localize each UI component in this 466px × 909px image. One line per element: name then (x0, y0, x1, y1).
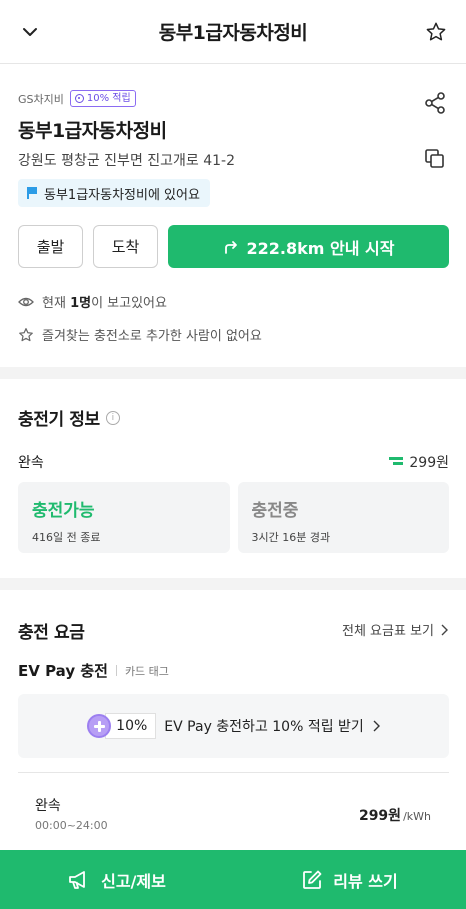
share-icon[interactable] (422, 90, 448, 116)
chevron-down-icon[interactable] (14, 16, 46, 48)
report-button[interactable]: 신고/제보 (0, 850, 233, 909)
evpay-row: EV Pay 충전 카드 태그 (18, 660, 169, 681)
charger-card-available[interactable]: 충전가능 416일 전 종료 (18, 482, 230, 553)
copy-icon[interactable] (422, 146, 448, 172)
viewers-suffix: 이 보고있어요 (91, 296, 167, 311)
section-divider (0, 367, 466, 379)
edit-icon (303, 870, 322, 889)
evpay-promo-banner[interactable]: 10% EV Pay 충전하고 10% 적립 받기 (18, 694, 449, 758)
gs-logo-icon (389, 456, 404, 468)
viewers-count: 1명 (70, 296, 92, 311)
charger-state: 충전중 (251, 501, 299, 521)
evpay-subtitle: 카드 태그 (124, 664, 169, 678)
station-address: 강원도 평창군 진부면 진고개로 41-2 (18, 153, 236, 169)
fees-title: 충전 요금 (18, 623, 85, 643)
navigate-button[interactable]: 222.8km 안내 시작 (168, 225, 449, 268)
location-tag: 동부1급자동차정비에 있어요 (18, 179, 210, 207)
charger-state: 충전가능 (32, 501, 95, 521)
charger-speed-row: 완속 299원 (18, 452, 449, 472)
viewers-prefix: 현재 (42, 296, 71, 311)
evpay-title: EV Pay 충전 (18, 662, 108, 680)
brand-row: GS차지비 10% 적립 (18, 90, 136, 107)
arrive-button[interactable]: 도착 (93, 225, 158, 268)
section-divider (0, 578, 466, 590)
rate-price-unit: /kWh (403, 810, 431, 823)
reward-badge-label: 10% 적립 (86, 93, 131, 104)
coin-icon (74, 94, 84, 103)
favorites-stat: 즐겨찾는 충전소로 추가한 사람이 없어요 (18, 325, 262, 344)
charger-info-title: 충전기 정보 i (18, 405, 120, 430)
chevron-right-icon (441, 624, 448, 635)
reward-badge: 10% 적립 (69, 90, 136, 107)
star-outline-icon (19, 327, 33, 341)
favorites-text: 즐겨찾는 충전소로 추가한 사람이 없어요 (42, 329, 262, 344)
charger-card-charging[interactable]: 충전중 3시간 16분 경과 (237, 482, 449, 553)
write-review-button[interactable]: 리뷰 쓰기 (233, 850, 466, 909)
location-tag-label: 동부1급자동차정비에 있어요 (44, 187, 200, 203)
viewers-stat: 현재 1명이 보고있어요 (18, 292, 167, 311)
charger-price: 299원 (389, 452, 449, 472)
charger-speed: 완속 (18, 455, 44, 471)
rate-row: 완속 00:00~24:00 299원 /kWh (18, 772, 449, 850)
info-icon[interactable]: i (105, 410, 120, 425)
bottom-action-bar: 신고/제보 리뷰 쓰기 (0, 850, 466, 909)
view-all-fees-label: 전체 요금표 보기 (342, 624, 434, 639)
rate-name: 완속 (35, 798, 61, 814)
charger-detail: 416일 전 종료 (32, 531, 101, 544)
rate-price-value: 299원 (358, 808, 402, 824)
promo-text: EV Pay 충전하고 10% 적립 받기 (164, 719, 364, 735)
review-label: 리뷰 쓰기 (333, 871, 398, 891)
station-info: GS차지비 10% 적립 동부1급자동차정비 강원도 평창군 진부면 진고개로 … (0, 64, 466, 364)
action-buttons: 출발 도착 222.8km 안내 시작 (18, 225, 449, 268)
charger-detail: 3시간 16분 경과 (251, 531, 331, 544)
megaphone-icon (69, 870, 86, 889)
turn-right-icon (224, 240, 237, 254)
view-all-fees-link[interactable]: 전체 요금표 보기 (342, 620, 448, 639)
star-icon[interactable] (420, 16, 452, 48)
top-bar: 동부1급자동차정비 (0, 0, 466, 64)
charger-info-label: 충전기 정보 (18, 410, 100, 430)
charger-price-value: 299원 (409, 455, 449, 471)
brand-name: GS차지비 (18, 92, 64, 106)
page-title: 동부1급자동차정비 (158, 22, 308, 44)
rate-time: 00:00~24:00 (35, 819, 108, 832)
chevron-right-icon (373, 720, 380, 732)
station-name: 동부1급자동차정비 (18, 120, 167, 142)
charger-cards: 충전가능 416일 전 종료 충전중 3시간 16분 경과 (18, 482, 449, 553)
eye-icon (18, 297, 34, 306)
navigate-label: 222.8km 안내 시작 (246, 238, 395, 258)
promo-chip: 10% (87, 713, 157, 739)
plus-coin-icon (87, 714, 112, 738)
depart-button[interactable]: 출발 (18, 225, 83, 268)
flag-icon (26, 187, 38, 199)
report-label: 신고/제보 (101, 871, 166, 891)
rate-price: 299원 /kWh (359, 805, 431, 825)
promo-percent: 10% (105, 713, 157, 739)
divider (115, 665, 117, 676)
